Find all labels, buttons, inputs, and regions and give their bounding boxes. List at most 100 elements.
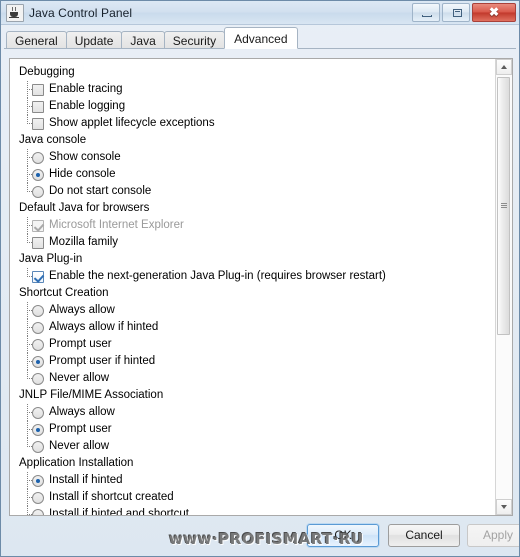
minimize-icon (422, 15, 432, 17)
option-label[interactable]: Always allow if hinted (49, 319, 158, 336)
group-header-default-java-for-browsers: Default Java for browsers (10, 200, 495, 217)
radio-button-do-not-start-console[interactable] (32, 185, 44, 198)
option-label[interactable]: Never allow (49, 370, 109, 387)
radio-row-always-allow[interactable]: Always allow (10, 302, 495, 319)
option-label[interactable]: Always allow (49, 302, 115, 319)
radio-row-always-allow-if-hinted[interactable]: Always allow if hinted (10, 319, 495, 336)
maximize-icon (453, 9, 462, 17)
dialog-footer: OK Cancel Apply (1, 516, 519, 556)
cancel-button[interactable]: Cancel (388, 524, 460, 547)
group-header-shortcut-creation: Shortcut Creation (10, 285, 495, 302)
checkbox-row-mozilla-family[interactable]: Mozilla family (10, 234, 495, 251)
tab-update[interactable]: Update (65, 31, 123, 49)
option-label[interactable]: Enable logging (49, 98, 125, 115)
option-label[interactable]: Prompt user (49, 421, 112, 438)
option-label[interactable]: Never allow (49, 438, 109, 455)
radio-row-prompt-user[interactable]: Prompt user (10, 336, 495, 353)
radio-button-prompt-user-if-hinted[interactable] (32, 355, 44, 368)
radio-button-install-if-shortcut-created[interactable] (32, 491, 44, 504)
option-label[interactable]: Install if shortcut created (49, 489, 174, 506)
scrollbar-track[interactable] (496, 75, 512, 499)
option-label[interactable]: Enable the next-generation Java Plug-in … (49, 268, 386, 285)
radio-button-show-console[interactable] (32, 151, 44, 164)
radio-row-hide-console[interactable]: Hide console (10, 166, 495, 183)
radio-row-show-console[interactable]: Show console (10, 149, 495, 166)
radio-button-install-if-hinted-and-shortcut[interactable] (32, 508, 44, 515)
radio-row-never-allow[interactable]: Never allow (10, 370, 495, 387)
tab-general[interactable]: General (6, 31, 67, 49)
checkbox-row-enable-logging[interactable]: Enable logging (10, 98, 495, 115)
group-header-application-installation: Application Installation (10, 455, 495, 472)
option-label[interactable]: Always allow (49, 404, 115, 421)
radio-button-never-allow[interactable] (32, 440, 44, 453)
title-bar: Java Control Panel ✖ (1, 1, 519, 25)
checkbox-enable-logging[interactable] (32, 100, 44, 113)
option-label[interactable]: Install if hinted (49, 472, 123, 489)
tab-security[interactable]: Security (163, 31, 226, 49)
scrollbar-grip-icon (501, 203, 507, 204)
option-label[interactable]: Enable tracing (49, 81, 123, 98)
minimize-button[interactable] (412, 3, 440, 22)
scrollbar-thumb[interactable] (497, 77, 510, 335)
group-header-java-plug-in: Java Plug-in (10, 251, 495, 268)
scroll-up-button[interactable] (496, 59, 512, 75)
option-label[interactable]: Install if hinted and shortcut (49, 506, 189, 515)
checkbox-enable-tracing[interactable] (32, 83, 44, 96)
ok-button[interactable]: OK (307, 524, 379, 547)
group-header-java-console: Java console (10, 132, 495, 149)
radio-row-install-if-shortcut-created[interactable]: Install if shortcut created (10, 489, 495, 506)
checkbox-show-applet-lifecycle-exceptions[interactable] (32, 117, 44, 130)
scroll-down-button[interactable] (496, 499, 512, 515)
radio-row-install-if-hinted-and-shortcut[interactable]: Install if hinted and shortcut (10, 506, 495, 515)
radio-button-hide-console[interactable] (32, 168, 44, 181)
settings-tree: Debugging Enable tracing Enable logging Sho… (10, 59, 495, 515)
tab-strip: General Update Java Security Advanced (1, 25, 519, 49)
option-label[interactable]: Prompt user if hinted (49, 353, 155, 370)
radio-button-prompt-user[interactable] (32, 423, 44, 436)
checkbox-enable-the-next-generation-java-plug-in-requires-browser-restart[interactable] (32, 270, 44, 283)
radio-row-prompt-user[interactable]: Prompt user (10, 421, 495, 438)
radio-button-always-allow[interactable] (32, 406, 44, 419)
tab-list: General Update Java Security Advanced (6, 25, 519, 49)
radio-row-always-allow[interactable]: Always allow (10, 404, 495, 421)
tab-java[interactable]: Java (121, 31, 165, 49)
checkbox-microsoft-internet-explorer (32, 219, 44, 232)
option-label[interactable]: Hide console (49, 166, 115, 183)
checkbox-row-show-applet-lifecycle-exceptions[interactable]: Show applet lifecycle exceptions (10, 115, 495, 132)
radio-button-always-allow[interactable] (32, 304, 44, 317)
group-label: Java Plug-in (19, 253, 83, 265)
radio-row-install-if-hinted[interactable]: Install if hinted (10, 472, 495, 489)
group-label: Default Java for browsers (19, 202, 150, 214)
option-label[interactable]: Mozilla family (49, 234, 118, 251)
apply-button: Apply (467, 524, 519, 547)
option-label[interactable]: Show console (49, 149, 121, 166)
checkbox-row-enable-tracing[interactable]: Enable tracing (10, 81, 495, 98)
advanced-settings-panel: Debugging Enable tracing Enable logging Sho… (9, 58, 513, 516)
group-label: Shortcut Creation (19, 287, 109, 299)
radio-row-prompt-user-if-hinted[interactable]: Prompt user if hinted (10, 353, 495, 370)
group-label: Java console (19, 134, 87, 146)
group-header-debugging: Debugging (10, 64, 495, 81)
close-button[interactable]: ✖ (472, 3, 516, 22)
radio-button-never-allow[interactable] (32, 372, 44, 385)
close-icon: ✖ (488, 5, 500, 19)
checkbox-mozilla-family[interactable] (32, 236, 44, 249)
java-control-panel-window: Java Control Panel ✖ General Update Java Se… (0, 0, 520, 557)
scroll-down-arrow-icon (501, 505, 507, 509)
scroll-up-arrow-icon (501, 65, 507, 69)
option-label[interactable]: Do not start console (49, 183, 151, 200)
group-label: Debugging (19, 66, 75, 78)
radio-button-always-allow-if-hinted[interactable] (32, 321, 44, 334)
java-cup-icon (6, 3, 24, 22)
option-label[interactable]: Prompt user (49, 336, 112, 353)
radio-button-install-if-hinted[interactable] (32, 474, 44, 487)
checkbox-row-enable-the-next-generation-java-plug-in-requires-browser-restart[interactable]: Enable the next-generation Java Plug-in … (10, 268, 495, 285)
maximize-button[interactable] (442, 3, 470, 22)
radio-row-do-not-start-console[interactable]: Do not start console (10, 183, 495, 200)
option-label[interactable]: Show applet lifecycle exceptions (49, 115, 215, 132)
window-title: Java Control Panel (29, 5, 133, 20)
radio-row-never-allow[interactable]: Never allow (10, 438, 495, 455)
vertical-scrollbar[interactable] (495, 59, 512, 515)
radio-button-prompt-user[interactable] (32, 338, 44, 351)
tab-advanced[interactable]: Advanced (224, 27, 298, 49)
